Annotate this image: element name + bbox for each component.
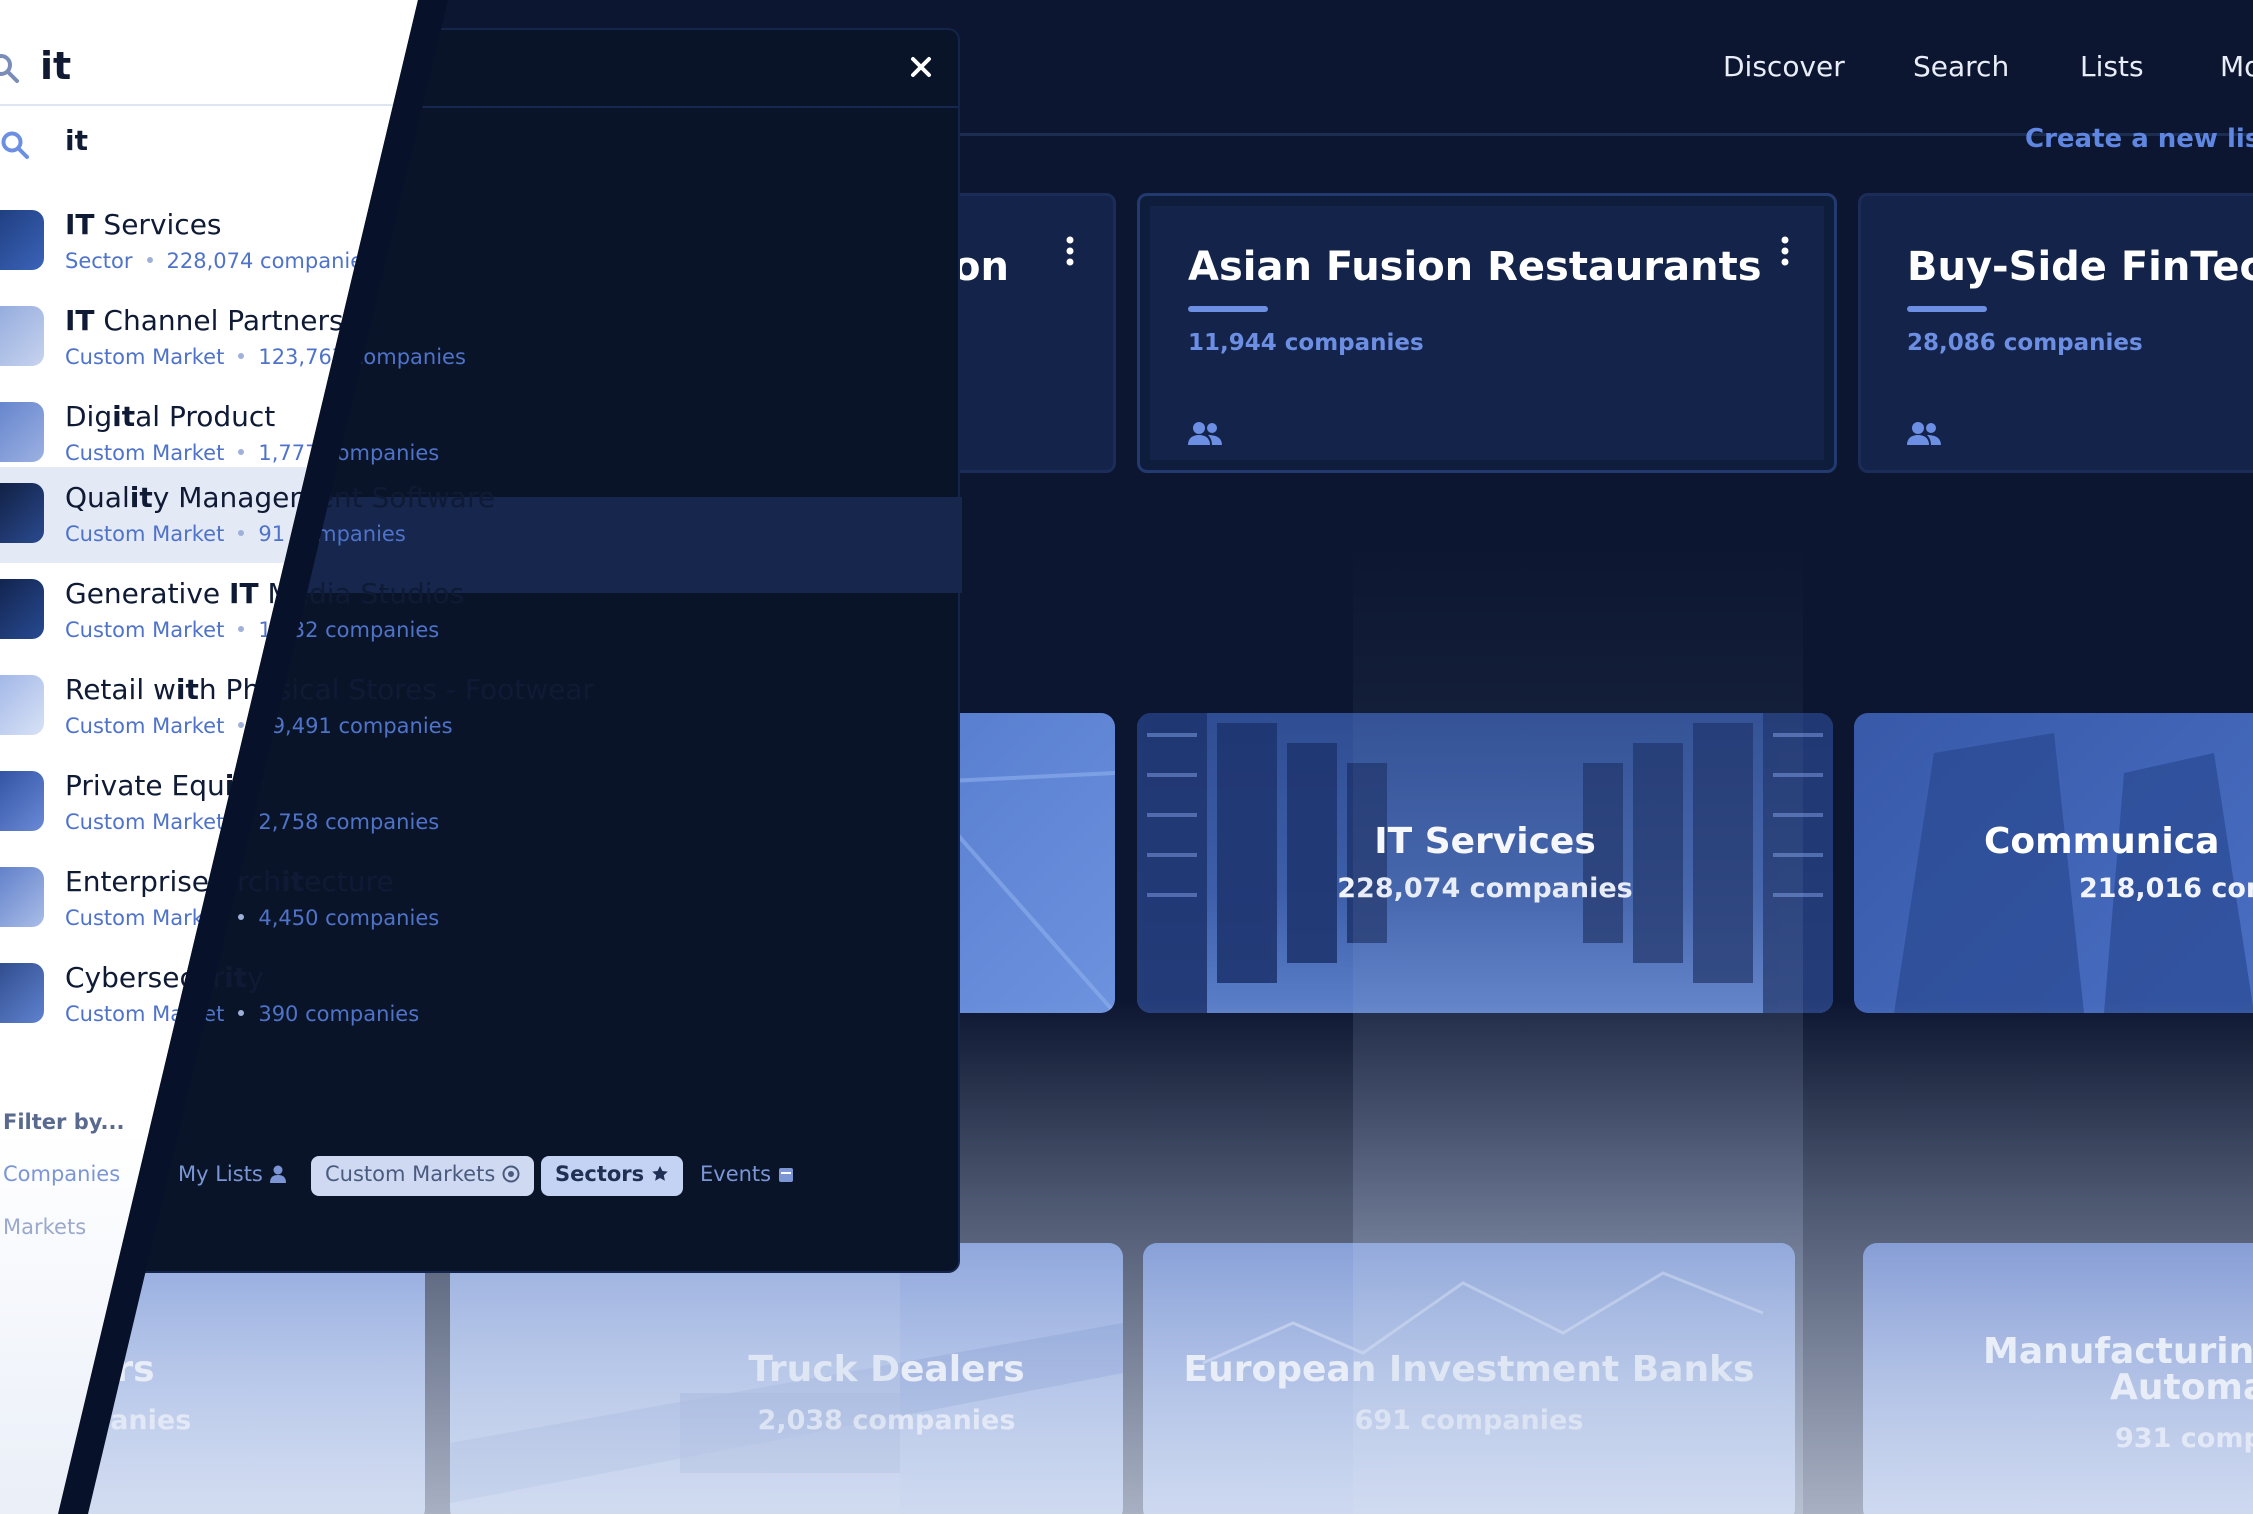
- close-icon[interactable]: [904, 50, 938, 84]
- list-card[interactable]: Buy-Side FinTech 28,086 companies: [1858, 193, 2253, 473]
- title-underline: [1907, 306, 1987, 312]
- market-card-title: Communica: [1984, 821, 2220, 862]
- title-underline: [1188, 306, 1268, 312]
- market-card-title: Manufacturing/: [1983, 1331, 2253, 1372]
- shared-users-icon: [1907, 422, 1941, 445]
- market-card-communications[interactable]: Communica 218,016 comp: [1854, 713, 2253, 1013]
- nav-more[interactable]: Mo: [2220, 50, 2253, 83]
- nav-lists[interactable]: Lists: [2080, 50, 2144, 83]
- market-card-count: 931 compa: [2115, 1423, 2253, 1454]
- shared-users-icon: [1188, 422, 1222, 445]
- target-icon: [502, 1165, 520, 1183]
- list-card-count: 28,086 companies: [1907, 330, 2143, 356]
- filter-sectors[interactable]: Sectors: [541, 1156, 684, 1196]
- market-card-count: 691 companies: [1354, 1405, 1584, 1436]
- list-card-count: 11,944 companies: [1188, 330, 1424, 356]
- market-card-count: 2,038 companies: [757, 1405, 1016, 1436]
- calendar-icon: [778, 1168, 793, 1182]
- filter-events[interactable]: Events: [686, 1156, 808, 1196]
- market-card-truck-dealers[interactable]: Truck Dealers 2,038 companies: [450, 1243, 1123, 1514]
- list-card-title: on: [953, 244, 1009, 290]
- create-list-link[interactable]: Create a new list: [2025, 124, 2253, 154]
- market-card-investment-banks[interactable]: European Investment Banks 691 companies: [1143, 1243, 1795, 1514]
- market-card-count: 218,016 comp: [2079, 873, 2253, 904]
- people-phones-image: [1894, 733, 2253, 1013]
- market-card-title-line2: Automat: [2110, 1367, 2253, 1408]
- market-card-manufacturing[interactable]: Manufacturing/ Automat 931 compa: [1863, 1243, 2253, 1514]
- more-options-icon[interactable]: [1065, 236, 1075, 266]
- list-card-title: Buy-Side FinTech: [1907, 244, 2253, 290]
- server-room-image: [1137, 713, 1833, 1013]
- market-card-title: IT Services: [1374, 821, 1596, 862]
- star-icon: [652, 1166, 669, 1181]
- market-card-it-services[interactable]: IT Services 228,074 companies: [1137, 713, 1833, 1013]
- diagonal-divider: [58, 0, 448, 1514]
- list-card[interactable]: Asian Fusion Restaurants 11,944 companie…: [1137, 193, 1837, 473]
- list-card-title: Asian Fusion Restaurants: [1188, 244, 1762, 290]
- market-card-title: Truck Dealers: [748, 1349, 1025, 1390]
- nav-discover[interactable]: Discover: [1723, 50, 1845, 83]
- market-card-title: European Investment Banks: [1183, 1349, 1755, 1390]
- nav-search[interactable]: Search: [1913, 50, 2009, 83]
- market-card-count: 228,074 companies: [1337, 873, 1633, 904]
- more-options-icon[interactable]: [1780, 236, 1790, 266]
